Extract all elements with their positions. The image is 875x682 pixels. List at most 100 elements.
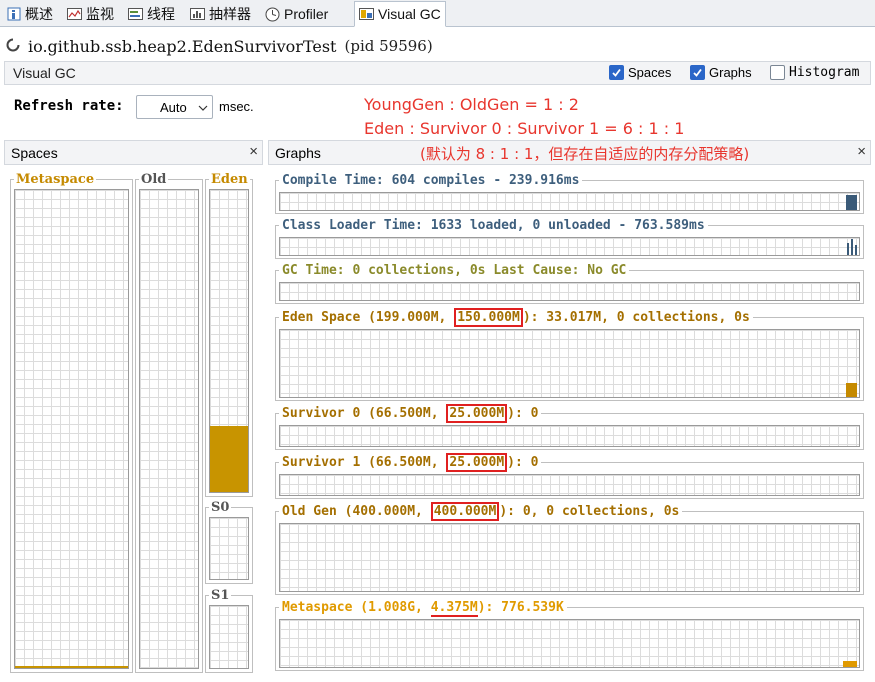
old-gen-capacity-highlight: 400.000M xyxy=(430,502,500,521)
metaspace-graph: Metaspace (1.008G, 4.375M): 776.539K xyxy=(275,600,864,671)
tab-monitor[interactable]: 监视 xyxy=(63,2,118,26)
eden-space-grid xyxy=(209,189,249,493)
visual-gc-label: Visual GC xyxy=(13,65,76,81)
profiler-icon xyxy=(265,7,280,22)
old-gen-label-prefix: Old Gen (400.000M, xyxy=(282,504,431,519)
tab-sampler[interactable]: 抽样器 xyxy=(186,2,255,26)
app-title-row: io.github.ssb.heap2.EdenSurvivorTest (pi… xyxy=(6,34,433,58)
refresh-rate-select[interactable]: Auto xyxy=(136,95,213,119)
spaces-checkbox-label: Spaces xyxy=(628,65,672,80)
eden-space-graph-grid xyxy=(279,329,860,398)
old-gen-graph-label: Old Gen (400.000M, 400.000M): 0, 0 colle… xyxy=(279,502,683,521)
annotation-ratio-eden-survivor: Eden : Survivor 0 : Survivor 1 = 6 : 1 :… xyxy=(364,119,685,138)
tab-bar: 概述 监视 线程 抽样器 Profiler Visual GC xyxy=(0,0,875,27)
tab-visual-gc[interactable]: Visual GC xyxy=(354,1,446,27)
old-space-grid xyxy=(139,189,199,669)
eden-space-graph: Eden Space (199.000M, 150.000M): 33.017M… xyxy=(275,308,864,401)
survivor1-graph-label: Survivor 1 (66.500M, 25.000M): 0 xyxy=(279,453,542,472)
compile-time-bar xyxy=(846,195,857,210)
refresh-rate-unit: msec. xyxy=(219,99,254,114)
s1-space-group: S1 xyxy=(205,588,253,673)
close-icon[interactable]: × xyxy=(857,144,866,160)
spaces-panel-title: Spaces xyxy=(11,145,58,161)
threads-icon xyxy=(128,7,143,22)
metaspace-label-prefix: Metaspace (1.008G, xyxy=(282,600,431,615)
tab-label: Visual GC xyxy=(378,6,441,22)
metaspace-space-fill xyxy=(15,665,128,668)
metaspace-space-grid xyxy=(14,189,129,669)
graphs-checkbox[interactable]: Graphs xyxy=(690,65,752,80)
sampler-icon xyxy=(190,7,205,22)
tab-profiler[interactable]: Profiler xyxy=(261,2,332,26)
tab-label: 抽样器 xyxy=(209,6,251,22)
tab-label: 线程 xyxy=(147,6,175,22)
app-pid: (pid 59596) xyxy=(344,37,433,55)
survivor0-label-suffix: ): 0 xyxy=(507,406,539,421)
tab-label: Profiler xyxy=(284,6,329,22)
histogram-checkbox-label: Histogram xyxy=(789,65,860,80)
survivor1-label-prefix: Survivor 1 (66.500M, xyxy=(282,455,447,470)
spaces-checkbox[interactable]: Spaces xyxy=(609,65,671,80)
visualgc-icon xyxy=(359,7,374,22)
annotation-ratio-young-old: YoungGen : OldGen = 1 : 2 xyxy=(364,95,579,114)
survivor1-capacity-highlight: 25.000M xyxy=(446,453,508,472)
compile-time-label: Compile Time: 604 compiles - 239.916ms xyxy=(279,173,583,189)
class-loader-bar xyxy=(855,245,857,255)
graphs-checkbox-label: Graphs xyxy=(709,65,752,80)
survivor0-graph-grid xyxy=(279,425,860,447)
metaspace-capacity-underline: 4.375M xyxy=(430,600,478,617)
spaces-panel-header: Spaces × xyxy=(4,140,263,165)
survivor0-label-prefix: Survivor 0 (66.500M, xyxy=(282,406,447,421)
gc-time-grid xyxy=(279,282,860,301)
metaspace-graph-grid xyxy=(279,619,860,668)
metaspace-space-group: Metaspace xyxy=(10,172,133,673)
monitor-icon xyxy=(67,7,82,22)
close-icon[interactable]: × xyxy=(249,144,258,160)
eden-space-capacity-highlight: 150.000M xyxy=(454,308,523,327)
gc-time-label: GC Time: 0 collections, 0s Last Cause: N… xyxy=(279,263,630,279)
compile-time-grid xyxy=(279,192,860,211)
s0-space-grid xyxy=(209,517,249,580)
survivor0-graph: Survivor 0 (66.500M, 25.000M): 0 xyxy=(275,404,864,450)
class-loader-grid xyxy=(279,237,860,256)
eden-space-graph-label-suffix: ): 33.017M, 0 collections, 0s xyxy=(522,310,750,325)
class-loader-bar xyxy=(851,239,853,255)
s0-space-label: S0 xyxy=(209,500,232,515)
old-gen-label-suffix: ): 0, 0 collections, 0s xyxy=(499,504,680,519)
overview-icon xyxy=(6,7,21,22)
tab-label: 概述 xyxy=(25,6,53,22)
metaspace-label-suffix: ): 776.539K xyxy=(477,600,564,615)
s0-space-group: S0 xyxy=(205,500,253,584)
old-space-label: Old xyxy=(139,172,169,187)
tab-overview[interactable]: 概述 xyxy=(2,2,57,26)
class-loader-label: Class Loader Time: 1633 loaded, 0 unload… xyxy=(279,218,708,234)
checkmark-icon xyxy=(609,65,624,80)
metaspace-graph-bar xyxy=(843,661,857,667)
empty-checkbox-box xyxy=(770,65,785,80)
metaspace-space-label: Metaspace xyxy=(14,172,97,187)
tab-threads[interactable]: 线程 xyxy=(124,2,179,26)
graphs-panel-title: Graphs xyxy=(275,145,321,161)
survivor1-graph: Survivor 1 (66.500M, 25.000M): 0 xyxy=(275,453,864,499)
s1-space-label: S1 xyxy=(209,588,232,603)
s1-space-grid xyxy=(209,605,249,669)
annotation-default-ratio: (默认为 8 : 1 : 1，但存在自适应的内存分配策略) xyxy=(420,145,750,163)
eden-space-group: Eden xyxy=(205,172,253,497)
class-loader-bar xyxy=(847,243,849,255)
checkmark-icon xyxy=(690,65,705,80)
old-gen-graph: Old Gen (400.000M, 400.000M): 0, 0 colle… xyxy=(275,502,864,595)
chevron-down-icon xyxy=(198,100,208,115)
compile-time-graph: Compile Time: 604 compiles - 239.916ms xyxy=(275,173,864,214)
tab-label: 监视 xyxy=(86,6,114,22)
visual-gc-header: Visual GC Spaces Graphs Histogram xyxy=(4,61,871,85)
eden-space-graph-bar xyxy=(846,383,857,397)
metaspace-graph-label: Metaspace (1.008G, 4.375M): 776.539K xyxy=(279,600,567,617)
histogram-checkbox[interactable]: Histogram xyxy=(770,65,859,80)
eden-space-fill xyxy=(210,425,248,492)
class-loader-graph: Class Loader Time: 1633 loaded, 0 unload… xyxy=(275,218,864,259)
survivor0-capacity-highlight: 25.000M xyxy=(446,404,508,423)
survivor1-label-suffix: ): 0 xyxy=(507,455,539,470)
survivor1-graph-grid xyxy=(279,474,860,496)
eden-space-graph-label-prefix: Eden Space (199.000M, xyxy=(282,310,455,325)
survivor0-graph-label: Survivor 0 (66.500M, 25.000M): 0 xyxy=(279,404,542,423)
